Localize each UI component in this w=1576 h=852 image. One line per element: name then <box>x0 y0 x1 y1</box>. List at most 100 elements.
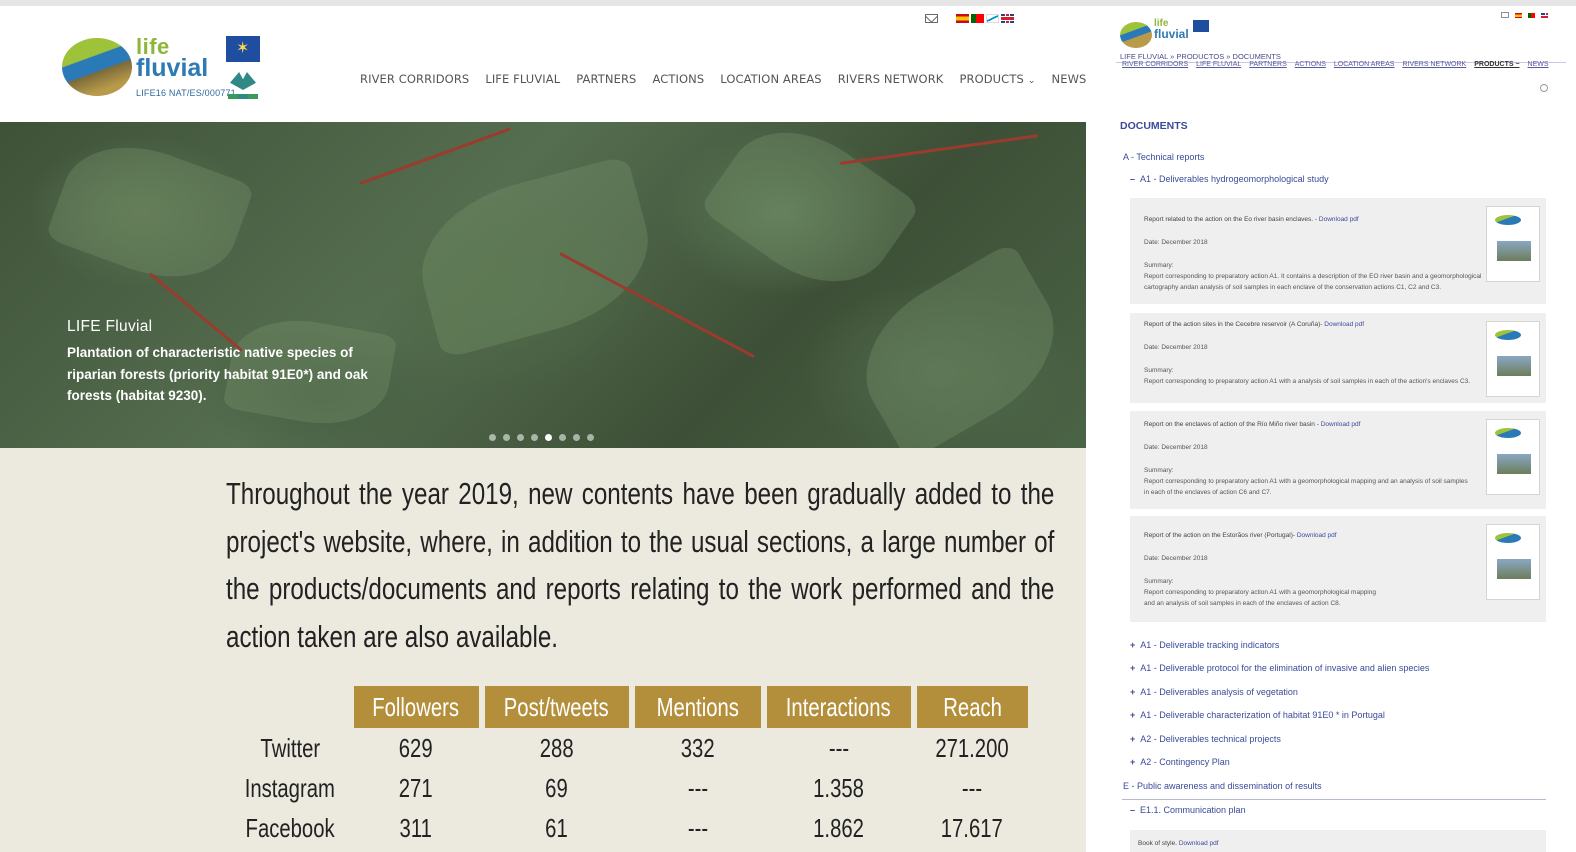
slider-dot[interactable] <box>503 434 510 441</box>
slider-dot[interactable] <box>559 434 566 441</box>
english-flag-icon[interactable] <box>1541 12 1548 18</box>
nav-products[interactable]: PRODUCTS ⌄ <box>959 72 1035 86</box>
summary-label: Summary: <box>1144 367 1174 374</box>
summary-line: in each of the enclaves of action C6 and… <box>1144 489 1272 496</box>
slider-dot[interactable] <box>545 434 552 441</box>
accordion-label: A1 - Deliverable tracking indicators <box>1140 640 1280 650</box>
plus-icon: + <box>1130 663 1136 673</box>
nav-location-areas[interactable]: LOCATION AREAS <box>720 72 821 86</box>
table-corner <box>232 686 348 728</box>
table-cell: 1.358 <box>813 772 864 803</box>
download-link[interactable]: Download pdf <box>1319 216 1359 223</box>
accordion-a2-projects[interactable]: + A2 - Deliverables technical projects <box>1130 734 1281 744</box>
nav-partners[interactable]: PARTNERS <box>576 72 636 86</box>
nav-rivers-network[interactable]: RIVERS NETWORK <box>1402 61 1466 68</box>
stem-decoration <box>839 134 1039 165</box>
english-flag-icon[interactable] <box>1001 14 1014 23</box>
table-cell: --- <box>961 772 983 803</box>
nav-river-corridors[interactable]: RIVER CORRIDORS <box>1122 61 1188 68</box>
nav-actions[interactable]: ACTIONS <box>1295 61 1326 68</box>
download-link[interactable]: Download pdf <box>1179 840 1219 847</box>
nav-news[interactable]: NEWS <box>1528 61 1549 68</box>
network-name: Instagram <box>244 772 335 803</box>
table-header-row: Followers Post/tweets Mentions Interacti… <box>232 686 1028 728</box>
search-icon[interactable] <box>1540 84 1548 92</box>
table-cell: 271.200 <box>935 732 1009 763</box>
slider-dot[interactable] <box>489 434 496 441</box>
nav-location-areas[interactable]: LOCATION AREAS <box>1334 61 1395 68</box>
plus-icon: + <box>1130 734 1136 744</box>
slider-dots <box>489 434 594 441</box>
accordion-a1-hydro[interactable]: – A1 - Deliverables hydrogeomorphological… <box>1130 174 1329 184</box>
site-logo[interactable]: life fluvial LIFE16 NAT/ES/000771 <box>62 30 262 104</box>
accordion-a1-tracking[interactable]: + A1 - Deliverable tracking indicators <box>1130 640 1279 650</box>
document-thumbnail[interactable] <box>1486 206 1540 282</box>
nav-products[interactable]: PRODUCTS ~ <box>1474 61 1519 68</box>
slider-dot[interactable] <box>587 434 594 441</box>
slider-dot[interactable] <box>573 434 580 441</box>
document-title: Report of the action on the Estorãos riv… <box>1144 532 1337 539</box>
screen: life fluvial LIFE16 NAT/ES/000771 RIVER … <box>0 0 1576 852</box>
table-cell: 629 <box>399 732 434 763</box>
accordion-a1-invasive[interactable]: + A1 - Deliverable protocol for the elimi… <box>1130 663 1429 673</box>
nav-life-fluvial[interactable]: LIFE FLUVIAL <box>1196 61 1241 68</box>
utility-bar <box>925 14 1014 23</box>
column-header: Followers <box>353 686 479 728</box>
spanish-flag-icon[interactable] <box>956 14 969 23</box>
nav-partners[interactable]: PARTNERS <box>1249 61 1286 68</box>
nav-life-fluvial[interactable]: LIFE FLUVIAL <box>485 72 560 86</box>
chevron-down-icon: ⌄ <box>1027 76 1036 86</box>
document-thumbnail[interactable] <box>1486 419 1540 495</box>
download-link[interactable]: Download pdf <box>1321 421 1361 428</box>
galician-flag-icon[interactable] <box>986 14 999 23</box>
nav-news[interactable]: NEWS <box>1052 72 1087 86</box>
logo-emblem <box>62 38 132 96</box>
envelope-icon[interactable] <box>1501 12 1509 18</box>
document-title: Report of the action sites in the Cecebr… <box>1144 321 1365 328</box>
document-card: Report of the action on the Estorãos riv… <box>1130 516 1546 622</box>
logo-emblem <box>1120 22 1152 48</box>
document-card: Book of style. Download pdf <box>1130 830 1546 852</box>
slider-dot[interactable] <box>517 434 524 441</box>
section-technical-reports[interactable]: A - Technical reports <box>1123 152 1204 162</box>
envelope-icon[interactable] <box>925 14 938 23</box>
nav-river-corridors[interactable]: RIVER CORRIDORS <box>360 72 469 86</box>
table-row: Instagram 271 69 --- 1.358 --- <box>232 768 1028 808</box>
summary-line: Report corresponding to preparatory acti… <box>1144 273 1482 280</box>
document-title: Book of style. Download pdf <box>1138 840 1219 847</box>
nav-products-label: PRODUCTS <box>959 72 1024 86</box>
table-cell: 288 <box>539 732 574 763</box>
logo-word-fluvial: fluvial <box>1154 27 1189 41</box>
hero-title: LIFE Fluvial <box>67 318 153 335</box>
plus-icon: + <box>1130 687 1136 697</box>
accordion-a1-habitat[interactable]: + A1 - Deliverable characterization of ha… <box>1130 710 1385 720</box>
nav-rivers-network[interactable]: RIVERS NETWORK <box>838 72 944 86</box>
spanish-flag-icon[interactable] <box>1515 12 1522 18</box>
table-cell: 69 <box>545 772 568 803</box>
hero-slider[interactable]: LIFE Fluvial Plantation of characteristi… <box>0 122 1086 448</box>
download-link[interactable]: Download pdf <box>1324 321 1364 328</box>
site-logo-small[interactable]: life fluvial <box>1120 18 1210 50</box>
natura-2000-logo <box>226 70 260 100</box>
table-cell: --- <box>687 772 708 803</box>
social-stats-table: Followers Post/tweets Mentions Interacti… <box>226 686 1034 848</box>
utility-bar-small <box>1501 12 1548 18</box>
document-card: Report on the enclaves of action of the … <box>1130 411 1546 509</box>
document-thumbnail[interactable] <box>1486 321 1540 397</box>
document-date: Date: December 2018 <box>1144 344 1208 351</box>
summary-line: Report corresponding to preparatory acti… <box>1144 589 1376 596</box>
accordion-e11-communication[interactable]: – E1.1. Communication plan <box>1130 805 1246 815</box>
download-link[interactable]: Download pdf <box>1297 532 1337 539</box>
hero-text: Plantation of characteristic native spec… <box>67 345 368 403</box>
plus-icon: + <box>1130 757 1136 767</box>
network-name: Facebook <box>245 812 335 843</box>
slider-dot[interactable] <box>531 434 538 441</box>
portuguese-flag-icon[interactable] <box>1528 12 1535 18</box>
table-cell: 61 <box>545 812 568 843</box>
document-thumbnail[interactable] <box>1486 524 1540 600</box>
portuguese-flag-icon[interactable] <box>971 14 984 23</box>
section-public-awareness[interactable]: E - Public awareness and dissemination o… <box>1123 781 1322 791</box>
accordion-a1-vegetation[interactable]: + A1 - Deliverables analysis of vegetatio… <box>1130 687 1298 697</box>
nav-actions[interactable]: ACTIONS <box>652 72 704 86</box>
accordion-a2-contingency[interactable]: + A2 - Contingency Plan <box>1130 757 1230 767</box>
